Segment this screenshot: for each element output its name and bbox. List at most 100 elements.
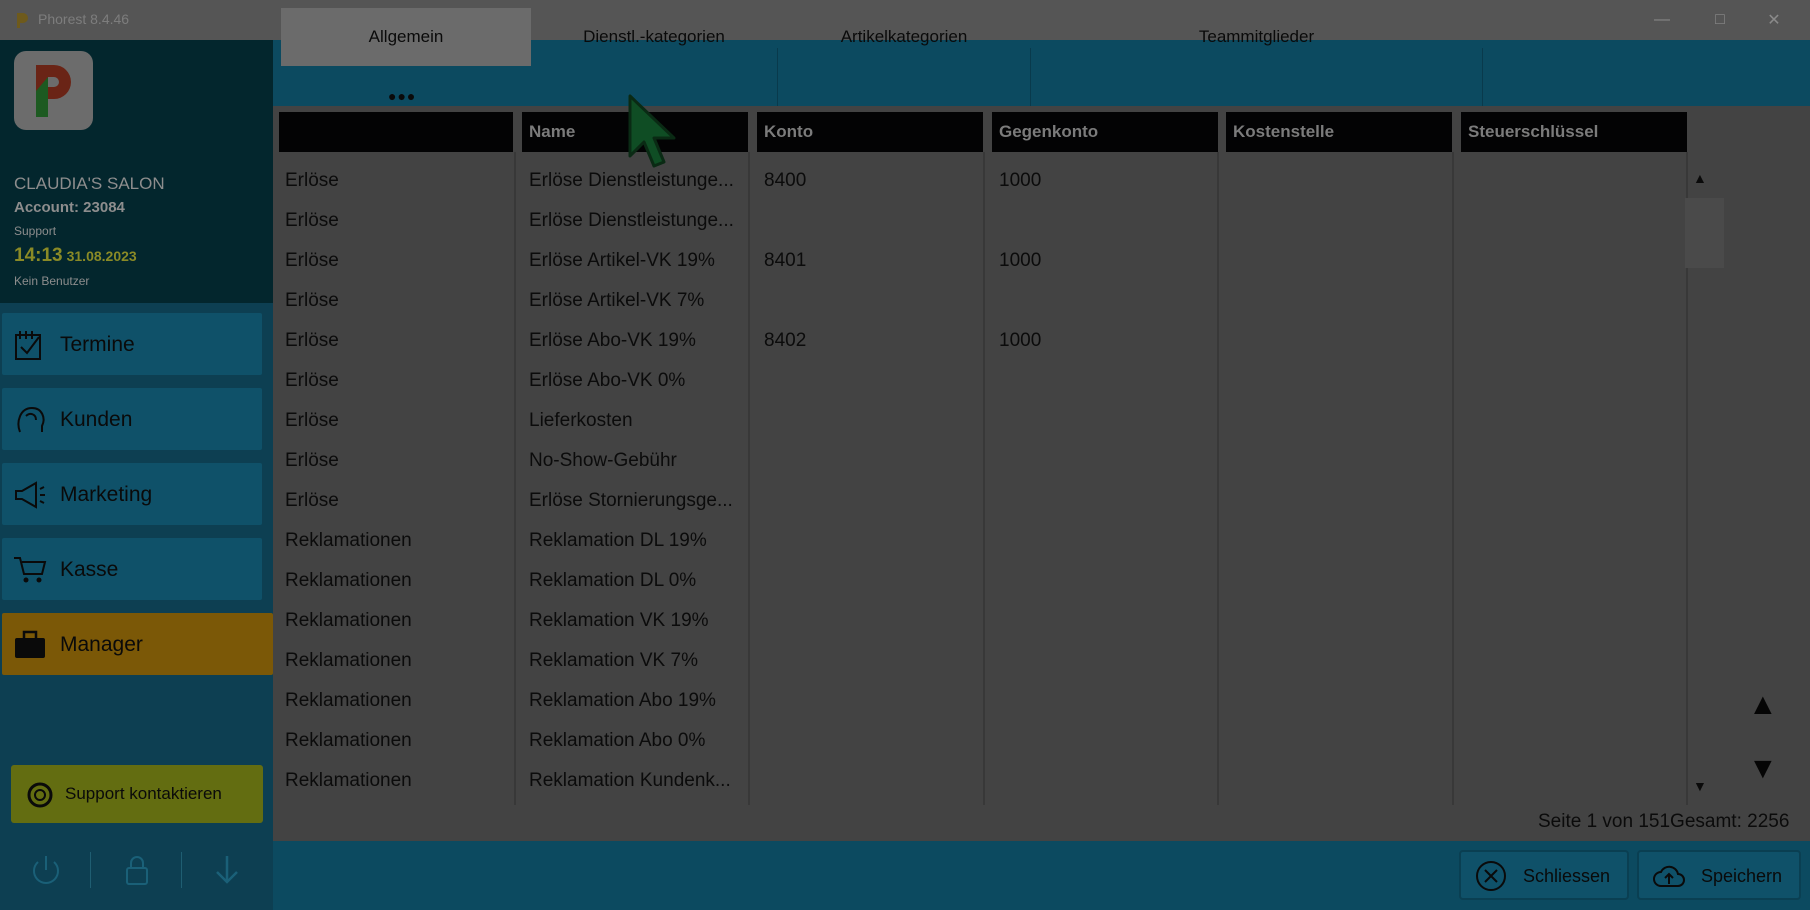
- table-cell[interactable]: Reklamationen: [285, 530, 412, 552]
- table-cell[interactable]: Reklamation Abo 0%: [529, 730, 705, 752]
- table-cell[interactable]: Reklamationen: [285, 770, 412, 792]
- table-cell[interactable]: Erlöse Artikel-VK 7%: [529, 290, 704, 312]
- divider: [181, 852, 182, 888]
- table-cell[interactable]: No-Show-Gebühr: [529, 450, 677, 472]
- minimize-button[interactable]: —: [1634, 0, 1690, 40]
- column-divider: [983, 152, 985, 805]
- close-button[interactable]: Schliessen: [1459, 850, 1629, 900]
- divider: [90, 852, 91, 888]
- support-contact-button[interactable]: Support kontaktieren: [11, 765, 263, 823]
- nav-termine[interactable]: Termine: [2, 313, 262, 375]
- support-contact-label: Support kontaktieren: [65, 784, 222, 803]
- table-cell[interactable]: Erlöse Artikel-VK 19%: [529, 250, 715, 272]
- table-cell[interactable]: 8400: [764, 170, 806, 192]
- clock-date: 31.08.2023: [66, 248, 137, 264]
- nav-label: Manager: [60, 633, 143, 656]
- column-header-konto[interactable]: Konto: [757, 112, 983, 152]
- table-cell[interactable]: Lieferkosten: [529, 410, 633, 432]
- table-cell[interactable]: 1000: [999, 250, 1041, 272]
- tab-dienstl-kategorien[interactable]: Dienstl.-kategorien: [531, 8, 777, 66]
- column-header-gegenkonto[interactable]: Gegenkonto: [992, 112, 1218, 152]
- table-cell[interactable]: Erlöse: [285, 450, 339, 472]
- table-cell[interactable]: Reklamation VK 7%: [529, 650, 698, 672]
- table-cell[interactable]: 8401: [764, 250, 806, 272]
- briefcase-icon: [15, 630, 45, 658]
- save-button[interactable]: Speichern: [1637, 850, 1801, 900]
- table-cell[interactable]: Reklamation DL 19%: [529, 530, 707, 552]
- window-title: Phorest 8.4.46: [38, 11, 130, 27]
- nav-marketing[interactable]: Marketing: [2, 463, 262, 525]
- column-header-steuerschluessel[interactable]: Steuerschlüssel: [1461, 112, 1687, 152]
- calendar-icon: [15, 331, 41, 360]
- scrollbar-thumb[interactable]: [1685, 198, 1724, 268]
- table-cell[interactable]: Reklamation Abo 19%: [529, 690, 716, 712]
- table-cell[interactable]: Erlöse: [285, 410, 339, 432]
- page-down-icon[interactable]: ▼: [1748, 752, 1778, 786]
- page-up-icon[interactable]: ▲: [1748, 688, 1778, 722]
- table-cell[interactable]: 1000: [999, 330, 1041, 352]
- nav-label: Kunden: [60, 408, 133, 431]
- column-header-kostenstelle[interactable]: Kostenstelle: [1226, 112, 1452, 152]
- clock-time: 14:13: [14, 245, 63, 266]
- content-area: [273, 106, 1810, 841]
- table-cell[interactable]: Reklamation Kundenk...: [529, 770, 731, 792]
- nav-kasse[interactable]: Kasse: [2, 538, 262, 600]
- table-cell[interactable]: Erlöse: [285, 290, 339, 312]
- scroll-down-icon[interactable]: ▼: [1693, 778, 1707, 794]
- nav-label: Marketing: [60, 483, 153, 506]
- tab-label: Allgemein: [368, 27, 444, 46]
- table-cell[interactable]: Erlöse Dienstleistunge...: [529, 210, 734, 232]
- app-logo: [14, 51, 93, 130]
- table-cell[interactable]: Reklamationen: [285, 690, 412, 712]
- table-cell[interactable]: Erlöse Abo-VK 19%: [529, 330, 696, 352]
- nav-kunden[interactable]: Kunden: [2, 388, 262, 450]
- tab-divider: [1482, 48, 1483, 106]
- nav-label: Termine: [60, 333, 135, 356]
- table-cell[interactable]: Erlöse: [285, 490, 339, 512]
- tab-artikelkategorien[interactable]: Artikelkategorien: [778, 8, 1030, 66]
- tab-allgemein[interactable]: Allgemein: [281, 8, 531, 66]
- pagination-info: Seite 1 von 151Gesamt: 2256: [1538, 811, 1790, 832]
- column-divider: [748, 152, 750, 805]
- save-button-label: Speichern: [1701, 866, 1783, 886]
- clock: 14:13 31.08.2023: [14, 245, 137, 267]
- tab-teammitglieder[interactable]: Teammitglieder: [1031, 8, 1482, 66]
- power-icon[interactable]: [26, 850, 66, 890]
- table-cell[interactable]: Reklamationen: [285, 730, 412, 752]
- maximize-icon: □: [1715, 11, 1725, 28]
- arrow-down-icon[interactable]: [207, 850, 247, 890]
- current-user: Kein Benutzer: [14, 274, 90, 288]
- app-logo-icon: [17, 13, 28, 28]
- lock-icon[interactable]: [117, 850, 157, 890]
- phorest-logo-icon: [36, 65, 71, 117]
- close-circle-icon: [1476, 861, 1506, 891]
- table-cell[interactable]: Erlöse: [285, 330, 339, 352]
- table-cell[interactable]: Erlöse: [285, 210, 339, 232]
- table-cell[interactable]: Erlöse: [285, 370, 339, 392]
- table-cell[interactable]: Reklamationen: [285, 610, 412, 632]
- table-cell[interactable]: Erlöse: [285, 170, 339, 192]
- table-cell[interactable]: Reklamation VK 19%: [529, 610, 709, 632]
- maximize-button[interactable]: □: [1692, 0, 1748, 40]
- column-divider: [1217, 152, 1219, 805]
- cart-icon: [14, 557, 47, 583]
- table-cell[interactable]: Reklamation DL 0%: [529, 570, 696, 592]
- table-cell[interactable]: Erlöse Stornierungsge...: [529, 490, 733, 512]
- table-cell[interactable]: 1000: [999, 170, 1041, 192]
- table-cell[interactable]: 8402: [764, 330, 806, 352]
- table-cell[interactable]: Reklamationen: [285, 570, 412, 592]
- support-label: Support: [14, 224, 57, 238]
- more-dots-icon: ●●●: [388, 88, 417, 104]
- table-cell[interactable]: Erlöse Dienstleistunge...: [529, 170, 734, 192]
- nav-manager[interactable]: Manager: [2, 613, 273, 675]
- close-button-label: Schliessen: [1523, 866, 1611, 886]
- table-cell[interactable]: Erlöse: [285, 250, 339, 272]
- tab-label: Artikelkategorien: [840, 27, 968, 46]
- tab-label: Teammitglieder: [1198, 27, 1315, 46]
- scroll-up-icon[interactable]: ▲: [1693, 170, 1707, 186]
- table-cell[interactable]: Erlöse Abo-VK 0%: [529, 370, 685, 392]
- mouse-cursor-icon: [628, 94, 676, 168]
- close-window-button[interactable]: ✕: [1746, 0, 1802, 40]
- table-cell[interactable]: Reklamationen: [285, 650, 412, 672]
- column-header-category[interactable]: [279, 112, 513, 152]
